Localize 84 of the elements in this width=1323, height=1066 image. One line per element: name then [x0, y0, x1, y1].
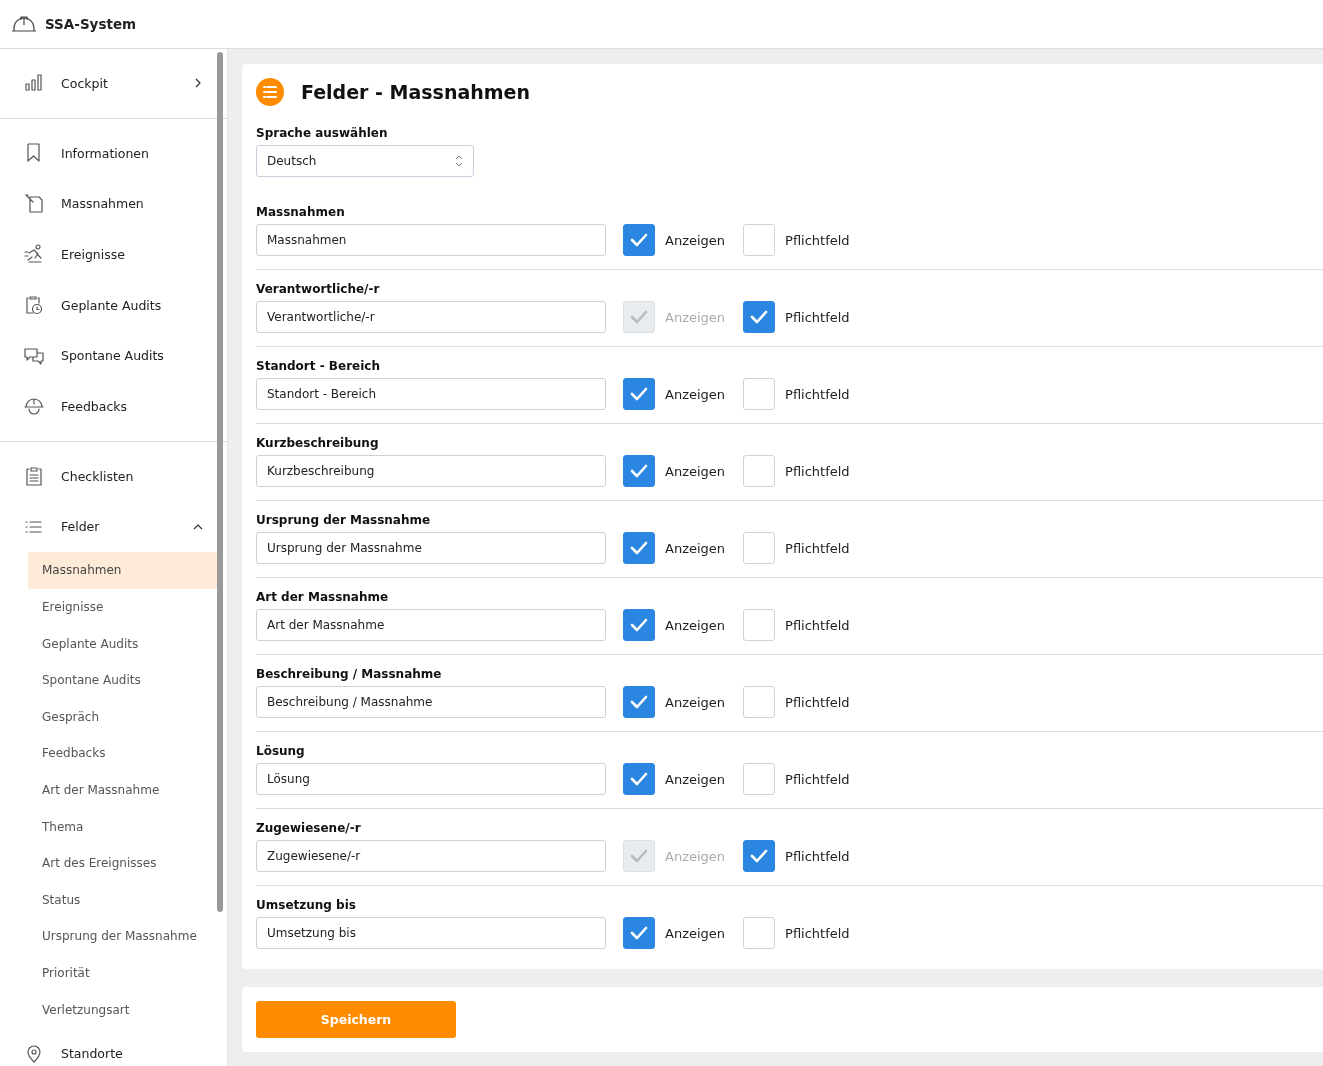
checkbox-label: Anzeigen — [665, 848, 726, 864]
field-label: Zugewiesene/-r — [256, 820, 362, 836]
checkbox-label: Pflichtfeld — [785, 694, 850, 710]
checkbox-label: Anzeigen — [665, 925, 726, 941]
sidebar-subitem[interactable]: Thema — [28, 808, 217, 845]
field-label: Massnahmen — [256, 204, 346, 220]
checkbox-label: Pflichtfeld — [785, 309, 850, 325]
field-label: Verantwortliche/-r — [256, 281, 381, 297]
input-field[interactable]: Lösung — [256, 763, 606, 795]
checkbox[interactable] — [623, 763, 655, 795]
sidebar-subitem[interactable]: Status — [28, 881, 217, 919]
sidebar-subitem[interactable]: Priorität — [28, 954, 217, 992]
input-field[interactable]: Standort - Bereich — [256, 378, 606, 410]
checkbox-label: Anzeigen — [665, 617, 726, 633]
checkbox[interactable] — [623, 532, 655, 564]
checkbox-label: Anzeigen — [665, 463, 726, 479]
field-label: Lösung — [256, 743, 306, 759]
checkbox[interactable] — [743, 840, 776, 872]
checkbox-label: Pflichtfeld — [785, 386, 850, 402]
page-title: Felder - Massnahmen — [301, 81, 530, 103]
checkbox[interactable] — [623, 378, 655, 410]
checkbox-label: Pflichtfeld — [785, 617, 850, 633]
checkbox-label: Pflichtfeld — [785, 771, 850, 787]
sidebar-item[interactable]: Checklisten — [0, 450, 227, 502]
checkbox-label: Pflichtfeld — [785, 848, 850, 864]
checkbox-label: Anzeigen — [665, 540, 726, 556]
sidebar-item[interactable]: Informationen — [0, 127, 227, 179]
sidebar-item[interactable]: Felder — [0, 501, 227, 553]
checkbox[interactable] — [623, 455, 655, 487]
sidebar-item[interactable]: Feedbacks — [0, 381, 227, 432]
field-label: Art der Massnahme — [256, 589, 390, 605]
checkbox-label: Anzeigen — [665, 386, 726, 402]
checkbox-label: Anzeigen — [665, 232, 726, 248]
language-select[interactable]: Deutsch — [256, 145, 474, 177]
list-icon — [256, 78, 284, 106]
field-label: Kurzbeschreibung — [256, 435, 380, 451]
input-field[interactable]: Zugewiesene/-r — [256, 840, 606, 872]
input-field[interactable]: Massnahmen — [256, 224, 606, 256]
checkbox-label: Anzeigen — [665, 771, 726, 787]
input-field[interactable]: Verantwortliche/-r — [256, 301, 606, 333]
hard-hat-icon — [11, 15, 37, 33]
checkbox-label: Pflichtfeld — [785, 232, 850, 248]
sidebar-subitem[interactable]: Art des Ereignisses — [28, 844, 217, 882]
sidebar-item[interactable]: Spontane Audits — [0, 330, 227, 382]
sidebar-subitem[interactable]: Massnahmen — [28, 552, 217, 589]
checkbox-label: Pflichtfeld — [785, 540, 850, 556]
sidebar-item[interactable]: Cockpit — [0, 58, 227, 109]
input-field[interactable]: Art der Massnahme — [256, 609, 606, 641]
input-field[interactable]: Beschreibung / Massnahme — [256, 686, 606, 718]
clipboard-icon — [23, 465, 45, 488]
sidebar-item[interactable]: Standorte — [0, 1027, 227, 1066]
checkbox[interactable] — [623, 917, 655, 949]
field-label: Ursprung der Massnahme — [256, 512, 432, 528]
field-label: Sprache auswählen — [256, 125, 389, 141]
note-icon — [23, 192, 45, 215]
sidebar-subitem[interactable]: Art der Massnahme — [28, 771, 217, 809]
checkbox[interactable] — [743, 301, 776, 333]
sidebar-subitem[interactable]: Verletzungsart — [28, 991, 217, 1028]
sidebar-subitem[interactable]: Geplante Audits — [28, 625, 217, 662]
sidebar-subitem[interactable]: Ereignisse — [28, 588, 217, 626]
field-label: Umsetzung bis — [256, 897, 357, 913]
field-label: Beschreibung / Massnahme — [256, 666, 443, 682]
checkbox-label: Anzeigen — [665, 694, 726, 710]
sidebar-subitem[interactable]: Spontane Audits — [28, 661, 217, 699]
helmet-icon — [23, 395, 45, 418]
checkbox[interactable] — [623, 224, 655, 256]
sidebar-item[interactable]: Ereignisse — [0, 229, 227, 280]
sidebar-subitem[interactable]: Feedbacks — [28, 735, 217, 772]
sidebar-item[interactable]: Geplante Audits — [0, 279, 227, 331]
field-label: Standort - Bereich — [256, 358, 381, 374]
sidebar-subitem[interactable]: Ursprung der Massnahme — [28, 918, 217, 955]
input-field[interactable]: Kurzbeschreibung — [256, 455, 606, 487]
checkbox-label: Pflichtfeld — [785, 463, 850, 479]
checkbox-label: Anzeigen — [665, 309, 726, 325]
app-title: SSA-System — [45, 16, 137, 32]
checkbox[interactable] — [623, 686, 655, 718]
clipboard-clock-icon — [23, 294, 45, 317]
input-field[interactable]: Umsetzung bis — [256, 917, 606, 949]
sort-caret-icon — [455, 155, 463, 167]
sidebar-item[interactable]: Massnahmen — [0, 178, 227, 230]
checkbox-label: Pflichtfeld — [785, 925, 850, 941]
input-field[interactable]: Ursprung der Massnahme — [256, 532, 606, 564]
sidebar-subitem[interactable]: Gespräch — [28, 698, 217, 736]
checkbox[interactable] — [623, 609, 655, 641]
